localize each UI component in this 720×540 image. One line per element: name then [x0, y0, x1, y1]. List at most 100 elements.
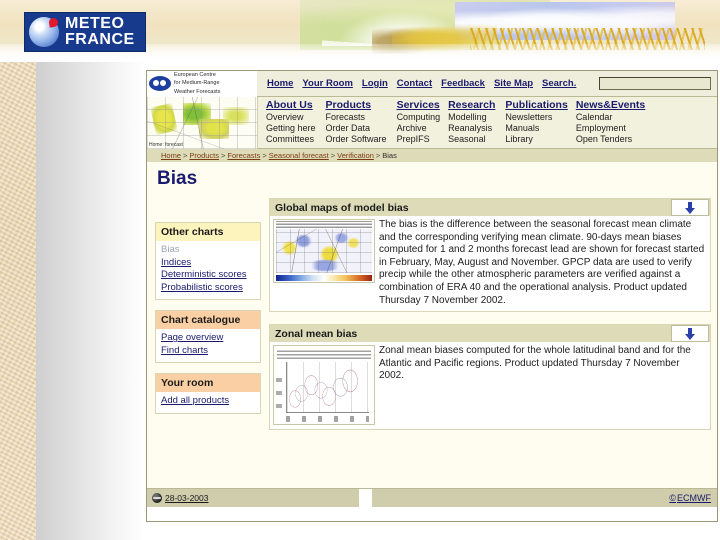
breadcrumb-item-seasonal-forecast[interactable]: Seasonal forecast	[269, 151, 329, 160]
nav-column-research: Research Modelling Reanalysis Seasonal	[448, 99, 495, 148]
nav-item-modelling[interactable]: Modelling	[448, 112, 495, 123]
footer-copyright-ecmwf[interactable]: © ECMWF	[669, 493, 711, 503]
sidebar-panel-head-other-charts: Other charts	[156, 223, 260, 241]
nav-head-products[interactable]: Products	[326, 99, 387, 111]
nav-item-archive[interactable]: Archive	[397, 123, 441, 134]
main-navigation-band: Home: forecast About Us Overview Getting…	[147, 97, 717, 149]
content-cards: Global maps of model bias The bias is th…	[269, 198, 711, 442]
nav-item-getting-here[interactable]: Getting here	[266, 123, 316, 134]
home-forecast-thumbnail[interactable]: Home: forecast	[147, 97, 258, 149]
breadcrumb-item-products[interactable]: Products	[189, 151, 219, 160]
topnav-link-contact[interactable]: Contact	[397, 78, 432, 89]
top-navigation-bar: European Centre for Medium-Range Weather…	[147, 71, 717, 97]
zonal-mean-plot-thumbnail[interactable]	[273, 345, 375, 426]
card-zonal-mean-bias: Zonal mean bias Zonal mean biases comput…	[269, 324, 711, 431]
nav-head-services[interactable]: Services	[397, 99, 441, 111]
breadcrumb-item-forecasts[interactable]: Forecasts	[227, 151, 260, 160]
nav-item-order-software[interactable]: Order Software	[326, 134, 387, 145]
topnav-link-site-map[interactable]: Site Map	[494, 78, 533, 89]
nav-item-manuals[interactable]: Manuals	[505, 123, 567, 134]
ecmwf-mark-icon	[149, 76, 171, 91]
copyright-symbol: ©	[669, 493, 676, 503]
sidebar-item-page-overview[interactable]: Page overview	[161, 332, 255, 345]
sidebar-panel-head-your-room: Your room	[156, 374, 260, 393]
card-body: The bias is the difference between the s…	[270, 216, 710, 311]
thumbnail-map-face	[276, 229, 372, 273]
nav-item-committees[interactable]: Committees	[266, 134, 316, 145]
copyright-text: ECMWF	[677, 493, 711, 503]
ecmwf-logo-line3: Weather Forecasts	[174, 88, 221, 95]
sidebar-item-bias[interactable]: Bias	[161, 244, 255, 257]
nav-item-seasonal[interactable]: Seasonal	[448, 134, 495, 145]
nav-column-about-us: About Us Overview Getting here Committee…	[266, 99, 316, 148]
global-bias-map-thumbnail[interactable]	[273, 219, 375, 283]
nav-item-computing[interactable]: Computing	[397, 112, 441, 123]
sidebar-item-add-all-products[interactable]: Add all products	[161, 395, 255, 408]
sidebar-panel-other-charts: Other charts Bias Indices Deterministic …	[155, 222, 261, 301]
nav-item-calendar[interactable]: Calendar	[576, 112, 645, 123]
topnav-link-login[interactable]: Login	[362, 78, 388, 89]
sidebar-panel-body-other-charts: Bias Indices Deterministic scores Probab…	[156, 241, 260, 299]
search-input[interactable]	[599, 77, 711, 90]
thumbnail-title-lines	[276, 221, 372, 228]
sidebar-panel-chart-catalogue: Chart catalogue Page overview Find chart…	[155, 310, 261, 364]
page-body: Bias Other charts Bias Indices Determini…	[147, 162, 717, 488]
nav-item-reanalysis[interactable]: Reanalysis	[448, 123, 495, 134]
nav-item-open-tenders[interactable]: Open Tenders	[576, 134, 645, 145]
card-title-zonal-mean: Zonal mean bias	[275, 327, 358, 340]
thumbnail-title-lines	[277, 348, 371, 360]
nav-item-overview[interactable]: Overview	[266, 112, 316, 123]
thumbnail-plot-xlabels	[286, 416, 369, 423]
sidebar-item-probabilistic-scores[interactable]: Probabilistic scores	[161, 282, 255, 295]
topnav-link-your-room[interactable]: Your Room	[302, 78, 353, 89]
meteo-france-line2: FRANCE	[65, 31, 135, 48]
thumbnail-plot-ylabels	[276, 372, 282, 409]
nav-column-news-events: News&Events Calendar Employment Open Ten…	[576, 99, 645, 148]
sidebar-panel-body-chart-catalogue: Page overview Find charts	[156, 329, 260, 362]
sidebar-panel-your-room: Your room Add all products	[155, 373, 261, 414]
meteo-france-globe-icon	[29, 17, 59, 47]
card-global-maps-of-model-bias: Global maps of model bias The bias is th…	[269, 198, 711, 313]
navigation-columns: About Us Overview Getting here Committee…	[258, 97, 717, 148]
breadcrumb-item-verification[interactable]: Verification	[337, 151, 374, 160]
nav-item-forecasts[interactable]: Forecasts	[326, 112, 387, 123]
left-texture-strip	[0, 0, 36, 540]
page-title: Bias	[157, 168, 198, 189]
nav-item-prepifs[interactable]: PrepIFS	[397, 134, 441, 145]
breadcrumb-item-home[interactable]: Home	[161, 151, 181, 160]
nav-item-order-data[interactable]: Order Data	[326, 123, 387, 134]
sidebar-item-deterministic-scores[interactable]: Deterministic scores	[161, 269, 255, 282]
breadcrumb: Home > Products > Forecasts > Seasonal f…	[147, 149, 717, 162]
thumbnail-graticule	[276, 229, 372, 273]
page-footer: 28-03-2003 © ECMWF	[147, 488, 717, 507]
nav-item-newsletters[interactable]: Newsletters	[505, 112, 567, 123]
meteo-france-line1: METEO	[65, 15, 125, 32]
meteo-france-wordmark: METEO FRANCE	[65, 16, 135, 48]
thumb-caption: Home: forecast	[149, 142, 183, 148]
ecmwf-logo[interactable]: European Centre for Medium-Range Weather…	[147, 71, 257, 97]
nav-column-services: Services Computing Archive PrepIFS	[397, 99, 441, 148]
download-button-global-maps[interactable]	[671, 199, 709, 216]
nav-item-library[interactable]: Library	[505, 134, 567, 145]
breadcrumb-separator: >	[330, 151, 336, 160]
ecmwf-logo-text: European Centre for Medium-Range Weather…	[174, 71, 220, 96]
sidebar-item-find-charts[interactable]: Find charts	[161, 345, 255, 358]
sidebar-item-indices[interactable]: Indices	[161, 257, 255, 270]
sidebar: Other charts Bias Indices Deterministic …	[155, 198, 261, 442]
breadcrumb-item-current: Bias	[382, 151, 397, 160]
footer-date[interactable]: 28-03-2003	[165, 493, 208, 503]
footer-white-gap	[359, 489, 372, 507]
breadcrumb-separator: >	[375, 151, 381, 160]
nav-item-employment[interactable]: Employment	[576, 123, 645, 134]
nav-head-publications[interactable]: Publications	[505, 99, 567, 111]
nav-head-about-us[interactable]: About Us	[266, 99, 316, 111]
nav-head-news-events[interactable]: News&Events	[576, 99, 645, 111]
topnav-link-home[interactable]: Home	[267, 78, 293, 89]
footer-left: 28-03-2003	[152, 493, 208, 503]
download-button-zonal-mean[interactable]	[671, 325, 709, 343]
topnav-link-search[interactable]: Search.	[542, 78, 576, 89]
sidebar-panel-head-chart-catalogue: Chart catalogue	[156, 311, 260, 330]
thumbnail-colorbar	[276, 275, 372, 281]
topnav-link-feedback[interactable]: Feedback	[441, 78, 485, 89]
nav-head-research[interactable]: Research	[448, 99, 495, 111]
